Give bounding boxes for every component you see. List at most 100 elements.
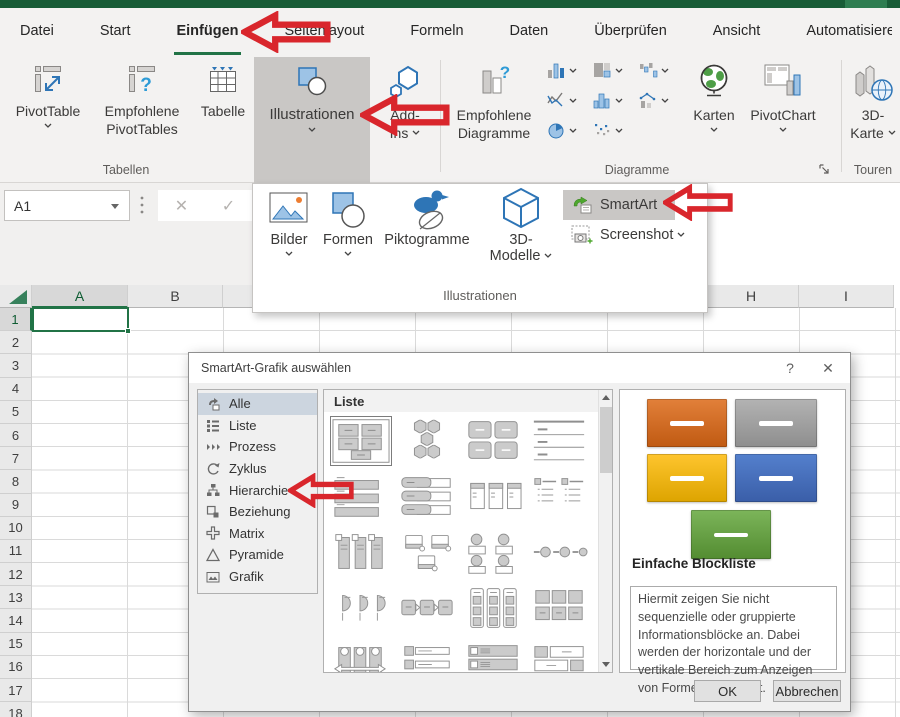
row-header-11[interactable]: 11 xyxy=(0,540,32,563)
smartart-layout-thumbnail[interactable] xyxy=(463,640,525,673)
smartart-layout-thumbnail[interactable] xyxy=(529,640,591,673)
row-header-4[interactable]: 4 xyxy=(0,378,32,401)
column-header-i[interactable]: I xyxy=(799,285,894,308)
row-header-13[interactable]: 13 xyxy=(0,586,32,609)
menu-item-formen[interactable]: Formen xyxy=(319,190,377,256)
category-pyramide[interactable]: Pyramide xyxy=(198,544,317,566)
smartart-layout-thumbnail[interactable] xyxy=(529,416,591,466)
dialog-launcher-icon[interactable] xyxy=(818,163,831,176)
name-box-dropdown-icon[interactable] xyxy=(111,204,119,209)
menu-item-piktogramme[interactable]: Piktogramme xyxy=(379,188,475,248)
tab-einfügen[interactable]: Einfügen xyxy=(174,8,240,55)
smartart-layout-thumbnail[interactable] xyxy=(529,584,591,634)
annotation-arrow-hierarchie xyxy=(288,473,354,508)
scroll-down-button[interactable] xyxy=(599,657,613,672)
menu-item-smartart[interactable]: SmartArt xyxy=(563,190,675,220)
cancel-button[interactable]: Abbrechen xyxy=(773,680,841,702)
row-header-14[interactable]: 14 xyxy=(0,609,32,632)
smartart-layout-thumbnail[interactable] xyxy=(330,640,392,673)
smartart-layout-thumbnail[interactable] xyxy=(463,584,525,634)
row-header-6[interactable]: 6 xyxy=(0,424,32,447)
row-header-5[interactable]: 5 xyxy=(0,401,32,424)
help-button[interactable]: ? xyxy=(779,357,801,379)
insert-hierarchy-chart-button[interactable] xyxy=(592,59,636,81)
select-all-triangle-icon xyxy=(0,285,32,308)
menu-item-3d-modelle[interactable]: 3D- Modelle xyxy=(481,186,561,264)
illustrations-icon xyxy=(294,63,330,99)
layout-gallery: Liste xyxy=(323,389,613,673)
insert-waterfall-chart-button[interactable] xyxy=(638,59,682,81)
illustrations-button[interactable]: Illustrationen xyxy=(254,57,370,183)
row-header-2[interactable]: 2 xyxy=(0,331,32,354)
insert-column-chart-button[interactable] xyxy=(546,59,590,81)
column-header-a[interactable]: A xyxy=(32,285,128,308)
tab-start[interactable]: Start xyxy=(98,8,133,55)
combo-chart-icon xyxy=(638,90,658,110)
row-header-7[interactable]: 7 xyxy=(0,447,32,470)
smartart-layout-thumbnail[interactable] xyxy=(397,472,459,522)
graphic-icon xyxy=(206,570,220,584)
scrollbar-thumb[interactable] xyxy=(600,407,612,473)
recommended-pivottables-icon xyxy=(126,63,158,95)
smartart-layout-thumbnail[interactable] xyxy=(397,528,459,578)
insert-pie-chart-button[interactable] xyxy=(546,119,590,141)
tab-daten[interactable]: Daten xyxy=(508,8,551,55)
category-matrix[interactable]: Matrix xyxy=(198,523,317,545)
row-header-3[interactable]: 3 xyxy=(0,354,32,377)
menu-item-bilder[interactable]: Bilder xyxy=(263,192,315,256)
smartart-layout-thumbnail[interactable] xyxy=(397,640,459,673)
annotation-arrow-illustrationen xyxy=(360,94,450,136)
row-header-12[interactable]: 12 xyxy=(0,563,32,586)
row-header-1[interactable]: 1 xyxy=(0,308,32,331)
name-box[interactable]: A1 xyxy=(4,190,130,221)
cancel-entry-button[interactable]: ✕ xyxy=(175,196,188,216)
smartart-layout-thumbnail[interactable] xyxy=(397,584,459,634)
smartart-layout-thumbnail[interactable] xyxy=(463,528,525,578)
close-icon[interactable]: ✕ xyxy=(815,357,841,379)
smartart-layout-thumbnail[interactable] xyxy=(397,416,459,466)
confirm-entry-button[interactable]: ✓ xyxy=(222,196,235,216)
insert-combo-chart-button[interactable] xyxy=(638,89,682,111)
column-header-b[interactable]: B xyxy=(128,285,223,308)
selected-cell-a1[interactable] xyxy=(32,307,129,332)
insert-statistic-chart-button[interactable] xyxy=(592,89,636,111)
tab-automatisieren[interactable]: Automatisieren xyxy=(804,8,892,55)
ok-button[interactable]: OK xyxy=(694,680,761,702)
triangle-down-icon xyxy=(602,662,610,667)
smartart-layout-thumbnail[interactable] xyxy=(463,416,525,466)
dialog-title: SmartArt-Grafik auswählen xyxy=(201,361,351,375)
list-icon xyxy=(206,418,220,432)
category-alle[interactable]: Alle xyxy=(198,393,317,415)
smartart-layout-thumbnail[interactable] xyxy=(463,472,525,522)
tab-formeln[interactable]: Formeln xyxy=(408,8,465,55)
smartart-layout-thumbnail[interactable] xyxy=(330,528,392,578)
gallery-scrollbar[interactable] xyxy=(598,390,612,672)
smartart-layout-thumbnail[interactable] xyxy=(529,528,591,578)
more-options-icon[interactable] xyxy=(140,196,144,214)
smartart-layout-thumbnail[interactable] xyxy=(330,584,392,634)
tab-ansicht[interactable]: Ansicht xyxy=(711,8,763,55)
chevron-down-icon xyxy=(661,68,669,73)
row-header-17[interactable]: 17 xyxy=(0,679,32,702)
tab-datei[interactable]: Datei xyxy=(18,8,56,55)
insert-scatter-chart-button[interactable] xyxy=(592,119,636,141)
row-header-8[interactable]: 8 xyxy=(0,470,32,493)
row-header-16[interactable]: 16 xyxy=(0,656,32,679)
menu-item-screenshot[interactable]: Screenshot xyxy=(565,222,695,248)
tab-überprüfen[interactable]: Überprüfen xyxy=(592,8,669,55)
row-header-9[interactable]: 9 xyxy=(0,494,32,517)
category-prozess[interactable]: Prozess xyxy=(198,436,317,458)
fill-handle[interactable] xyxy=(125,328,131,334)
category-grafik[interactable]: Grafik xyxy=(198,566,317,588)
column-header-h[interactable]: H xyxy=(704,285,799,308)
category-liste[interactable]: Liste xyxy=(198,415,317,437)
row-header-15[interactable]: 15 xyxy=(0,633,32,656)
select-all-corner[interactable] xyxy=(0,285,32,308)
row-header-18[interactable]: 18 xyxy=(0,702,32,717)
insert-line-chart-button[interactable] xyxy=(546,89,590,111)
group-separator xyxy=(841,60,842,172)
scroll-up-button[interactable] xyxy=(599,390,613,405)
smartart-layout-thumbnail[interactable] xyxy=(529,472,591,522)
row-header-10[interactable]: 10 xyxy=(0,517,32,540)
smartart-layout-thumbnail[interactable] xyxy=(330,416,392,466)
